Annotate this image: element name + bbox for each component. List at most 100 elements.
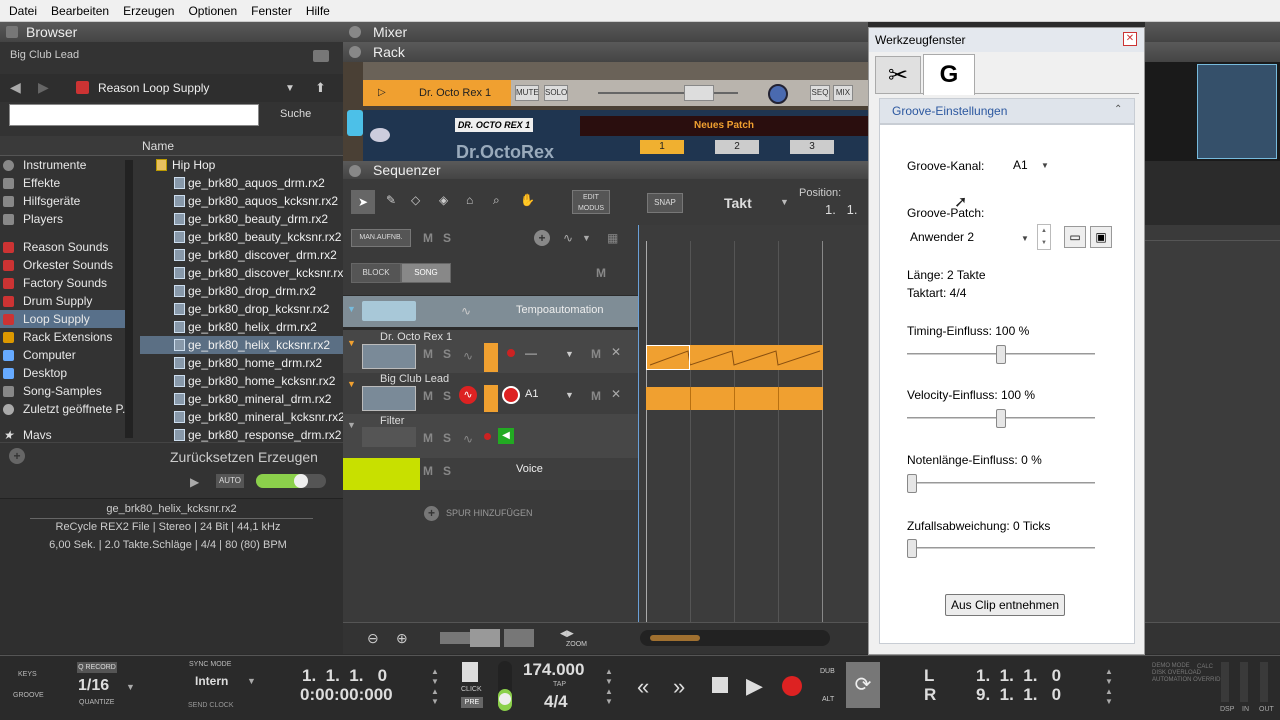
location-rack-extensions[interactable]: Rack Extensions xyxy=(0,328,125,346)
grid-icon[interactable]: ▦ xyxy=(607,231,618,245)
magnify-tool-icon[interactable]: ⌕ xyxy=(493,193,500,208)
mute-tool-icon[interactable]: ⌂ xyxy=(466,193,473,207)
location-dropdown[interactable]: Reason Loop Supply xyxy=(98,81,209,95)
location-computer[interactable]: Computer xyxy=(0,346,125,364)
manual-rec-button[interactable]: MAN.AUFNB. xyxy=(351,229,411,247)
groove-tab-icon[interactable]: G xyxy=(923,54,975,95)
location-reason-sounds[interactable]: Reason Sounds xyxy=(0,238,125,256)
menu-datei[interactable]: Datei xyxy=(2,4,44,18)
add-track-button[interactable]: SPUR HINZUFÜGEN xyxy=(446,508,533,518)
folder-hip-hop[interactable]: Hip Hop xyxy=(140,156,343,174)
loop-slot-3[interactable]: 3 xyxy=(790,140,834,154)
note-length-slider-track[interactable] xyxy=(907,482,1095,484)
big-club-lead-mute-button[interactable]: M xyxy=(423,389,433,403)
preview-volume-slider[interactable] xyxy=(256,474,326,488)
track-name-filter[interactable]: Filter xyxy=(380,415,404,427)
big-club-lead-input[interactable]: A1 xyxy=(525,388,538,400)
snap-grid-dropdown[interactable]: Takt xyxy=(724,195,752,211)
location-factory-sounds[interactable]: Factory Sounds xyxy=(0,274,125,292)
solo-button[interactable]: SOLO xyxy=(544,85,568,101)
tools-tab-icon[interactable]: ✂ xyxy=(875,56,921,94)
eraser-tool-icon[interactable]: ◇ xyxy=(411,193,420,207)
octo-rex-record-icon[interactable] xyxy=(507,349,515,357)
big-club-lead-fold-icon[interactable]: ▼ xyxy=(347,379,356,389)
back-arrow-icon[interactable]: ◀ xyxy=(10,79,21,96)
file-item[interactable]: ge_brk80_aquos_drm.rx2 xyxy=(140,174,343,192)
song-position-bars[interactable]: 1. 1. 1. 0 xyxy=(302,666,387,686)
pencil-tool-icon[interactable]: ✎ xyxy=(386,193,396,207)
location-scrollbar[interactable] xyxy=(125,160,133,438)
loop-stepper-icon[interactable]: ▲ ▼ ▲ ▼ xyxy=(1105,667,1113,707)
close-icon[interactable]: ✕ xyxy=(1123,32,1137,46)
mute-button[interactable]: MUTE xyxy=(515,85,539,101)
create-button[interactable]: Erzeugen xyxy=(258,449,318,465)
rack-header[interactable]: Rack xyxy=(343,42,868,62)
play-icon[interactable]: ▶ xyxy=(746,673,763,699)
chevron-down-icon[interactable]: ▼ xyxy=(285,83,295,94)
octo-rex-input-dash[interactable]: — xyxy=(525,346,537,360)
metronome-icon[interactable] xyxy=(462,662,478,682)
track-name-big-club-lead[interactable]: Big Club Lead xyxy=(380,373,449,385)
voice-solo-button[interactable]: S xyxy=(443,464,451,478)
groove-label[interactable]: GROOVE xyxy=(13,692,44,699)
razor-tool-icon[interactable]: ◈ xyxy=(439,193,448,207)
zoom-out-icon[interactable]: ⊖ xyxy=(367,630,379,647)
song-mode-button[interactable]: SONG xyxy=(401,263,451,283)
snap-button[interactable]: SNAP xyxy=(647,193,683,213)
collapse-chevron-icon[interactable]: ⌃ xyxy=(1114,104,1122,115)
tempo-fold-icon[interactable]: ▼ xyxy=(347,304,356,314)
up-arrow-icon[interactable]: ⬆ xyxy=(315,80,326,96)
seq-button[interactable]: SEQ xyxy=(810,85,830,101)
octo-rex-mute-button[interactable]: M xyxy=(423,347,433,361)
block-mode-button[interactable]: BLOCK xyxy=(351,263,401,283)
location-desktop[interactable]: Desktop xyxy=(0,364,125,382)
arrangement-grid[interactable] xyxy=(638,225,868,622)
groove-channel-dropdown[interactable]: A1 xyxy=(1013,158,1028,172)
patch-display[interactable]: Neues Patch xyxy=(580,116,868,136)
octo-rex-fold-icon[interactable]: ▼ xyxy=(347,338,356,348)
note-length-slider-thumb[interactable] xyxy=(907,474,917,493)
file-item[interactable]: ge_brk80_mineral_kcksnr.rx2 xyxy=(140,408,343,426)
big-club-lead-close-icon[interactable]: ✕ xyxy=(611,387,621,401)
search-button[interactable]: Suche xyxy=(280,108,311,120)
loop-left-position[interactable]: 1. 1. 1. 0 xyxy=(976,666,1061,686)
file-item[interactable]: ge_brk80_beauty_drm.rx2 xyxy=(140,210,343,228)
zoom-arrows-icon[interactable]: ◀▶ xyxy=(560,628,574,639)
octo-rex-solo-button[interactable]: S xyxy=(443,347,451,361)
menu-bearbeiten[interactable]: Bearbeiten xyxy=(44,4,116,18)
open-patch-folder-icon[interactable]: ▭ xyxy=(1064,226,1086,248)
menu-optionen[interactable]: Optionen xyxy=(181,4,244,18)
file-item[interactable]: ge_brk80_discover_drm.rx2 xyxy=(140,246,343,264)
file-item[interactable]: ge_brk80_drop_kcksnr.rx2 xyxy=(140,300,343,318)
alt-button[interactable]: ALT xyxy=(822,696,834,703)
groove-channel-chevron-icon[interactable]: ▼ xyxy=(1041,161,1049,170)
voice-mute-button[interactable]: M xyxy=(423,464,433,478)
location-orkester-sounds[interactable]: Orkester Sounds xyxy=(0,256,125,274)
filter-automation-icon[interactable]: ∿ xyxy=(463,432,473,446)
pan-knob[interactable] xyxy=(768,84,788,104)
send-clock-label[interactable]: SEND CLOCK xyxy=(188,702,234,709)
clip-octo-rex-selected-segment[interactable] xyxy=(646,345,690,370)
auto-button[interactable]: AUTO xyxy=(216,474,244,488)
file-item[interactable]: ge_brk80_discover_kcksnr.rx2 xyxy=(140,264,343,282)
reset-button[interactable]: Zurücksetzen xyxy=(170,449,254,465)
octo-rex-close-icon[interactable]: ✕ xyxy=(611,345,621,359)
tempo-stepper-icon[interactable]: ▲ ▼ ▲ ▼ xyxy=(605,667,613,707)
add-icon[interactable]: + xyxy=(9,448,25,464)
random-slider-track[interactable] xyxy=(907,547,1095,549)
song-position-time[interactable]: 0:00:00:000 xyxy=(300,685,393,705)
file-item-selected[interactable]: ge_brk80_helix_kcksnr.rx2 xyxy=(140,336,343,354)
device-selector-tab[interactable] xyxy=(347,110,363,136)
location-players[interactable]: Players xyxy=(0,210,125,228)
sequencer-toggle-icon[interactable] xyxy=(349,165,361,177)
rewind-icon[interactable]: « xyxy=(637,674,649,700)
fast-forward-icon[interactable]: » xyxy=(673,674,685,700)
height-medium-icon[interactable] xyxy=(470,629,500,647)
menu-hilfe[interactable]: Hilfe xyxy=(299,4,337,18)
song-mute-button[interactable]: M xyxy=(596,266,606,280)
keys-label[interactable]: KEYS xyxy=(18,671,37,678)
track-name-tempo[interactable]: Tempoautomation xyxy=(516,304,603,316)
big-club-lead-input-chevron-icon[interactable]: ▼ xyxy=(565,390,574,400)
big-club-lead-solo-button[interactable]: S xyxy=(443,389,451,403)
loop-slot-2[interactable]: 2 xyxy=(715,140,759,154)
